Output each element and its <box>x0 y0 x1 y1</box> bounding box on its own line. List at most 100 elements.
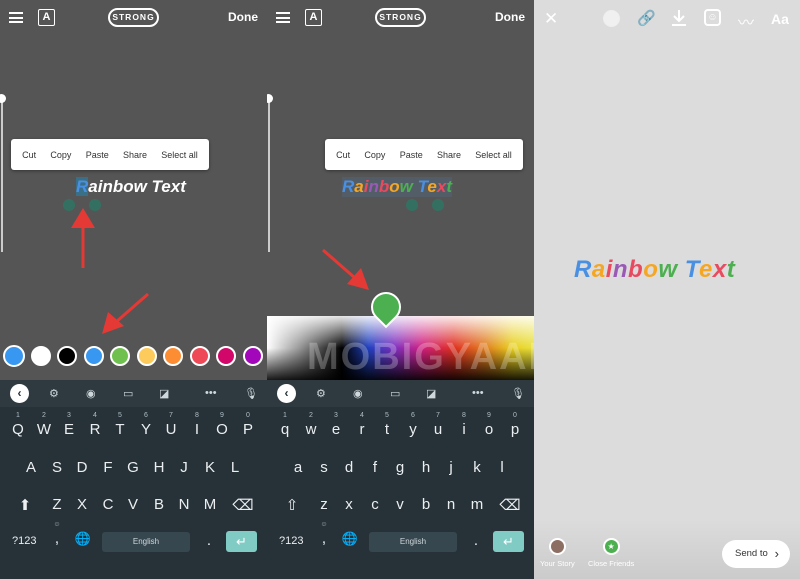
text-style-icon[interactable]: A <box>38 9 55 26</box>
mic-icon[interactable]: 🎙 <box>244 387 258 400</box>
settings-icon[interactable]: ⚙ <box>49 387 59 400</box>
key-o[interactable]: 9O <box>211 412 233 438</box>
comma-key[interactable]: ☺, <box>46 521 68 547</box>
key-e[interactable]: 3e <box>325 412 347 438</box>
globe-icon[interactable]: 🌐 <box>72 531 94 547</box>
story-text-input[interactable]: Rainbow Text <box>342 177 452 197</box>
font-style-button[interactable]: STRONG <box>108 8 159 27</box>
key-y[interactable]: 6y <box>402 412 424 438</box>
enter-key[interactable]: ↵ <box>493 531 524 552</box>
key-l[interactable]: L <box>224 459 246 476</box>
story-text-input[interactable]: Rainbow Text <box>76 177 186 197</box>
key-o[interactable]: 9o <box>478 412 500 438</box>
share-option[interactable]: Share <box>437 150 461 160</box>
space-bar[interactable]: English <box>369 532 457 552</box>
key-m[interactable]: m <box>466 496 488 513</box>
text-size-knob[interactable] <box>267 94 273 103</box>
screen-icon[interactable]: ▭ <box>390 387 400 400</box>
key-a[interactable]: a <box>287 459 309 476</box>
key-c[interactable]: C <box>97 496 119 513</box>
draw-icon[interactable]: 〰 <box>738 9 754 33</box>
key-r[interactable]: 4R <box>84 412 106 438</box>
shift-icon[interactable]: ⇧ <box>281 496 303 514</box>
link-icon[interactable]: 🔗 <box>637 9 656 27</box>
done-button[interactable]: Done <box>228 10 258 24</box>
select-all-option[interactable]: Select all <box>475 150 512 160</box>
download-icon[interactable] <box>671 9 687 27</box>
key-z[interactable]: z <box>313 496 335 513</box>
key-k[interactable]: K <box>199 459 221 476</box>
backspace-icon[interactable]: ⌫ <box>499 496 521 514</box>
your-story-button[interactable]: Your Story <box>540 538 575 568</box>
cut-option[interactable]: Cut <box>336 150 350 160</box>
text-size-slider[interactable] <box>1 100 3 252</box>
selection-handle-left[interactable] <box>406 199 418 211</box>
color-icon[interactable] <box>603 10 620 27</box>
key-v[interactable]: v <box>389 496 411 513</box>
select-all-option[interactable]: Select all <box>161 150 198 160</box>
key-z[interactable]: Z <box>46 496 68 513</box>
back-icon[interactable]: ‹ <box>277 384 296 403</box>
backspace-icon[interactable]: ⌫ <box>232 496 254 514</box>
key-k[interactable]: k <box>466 459 488 476</box>
screen-icon[interactable]: ▭ <box>123 387 133 400</box>
key-b[interactable]: b <box>415 496 437 513</box>
key-d[interactable]: D <box>71 459 93 476</box>
send-to-button[interactable]: Send to › <box>722 540 790 568</box>
swatch-orange[interactable] <box>163 346 183 366</box>
done-button[interactable]: Done <box>495 10 525 24</box>
palette-icon[interactable]: ◉ <box>353 387 363 400</box>
key-x[interactable]: X <box>71 496 93 513</box>
period-key[interactable]: . <box>198 532 220 549</box>
key-y[interactable]: 6Y <box>135 412 157 438</box>
copy-option[interactable]: Copy <box>364 150 385 160</box>
swatch-blue[interactable] <box>84 346 104 366</box>
key-x[interactable]: x <box>338 496 360 513</box>
sticker-icon[interactable]: ☺ <box>704 9 721 26</box>
key-v[interactable]: V <box>122 496 144 513</box>
key-e[interactable]: 3E <box>58 412 80 438</box>
space-bar[interactable]: English <box>102 532 190 552</box>
symbols-key[interactable]: ?123 <box>279 535 303 547</box>
key-s[interactable]: s <box>313 459 335 476</box>
more-icon[interactable]: ••• <box>205 387 217 399</box>
key-p[interactable]: 0p <box>504 412 526 438</box>
text-size-knob[interactable] <box>0 94 6 103</box>
key-r[interactable]: 4r <box>351 412 373 438</box>
key-i[interactable]: 8i <box>453 412 475 438</box>
resize-icon[interactable]: ◪ <box>426 387 436 400</box>
comma-key[interactable]: ☺, <box>313 521 335 547</box>
close-friends-button[interactable]: ★ Close Friends <box>588 538 634 568</box>
key-q[interactable]: 1q <box>274 412 296 438</box>
settings-icon[interactable]: ⚙ <box>316 387 326 400</box>
cut-option[interactable]: Cut <box>22 150 36 160</box>
key-f[interactable]: f <box>364 459 386 476</box>
key-n[interactable]: N <box>173 496 195 513</box>
key-s[interactable]: S <box>46 459 68 476</box>
key-t[interactable]: 5T <box>109 412 131 438</box>
paste-option[interactable]: Paste <box>400 150 423 160</box>
resize-icon[interactable]: ◪ <box>159 387 169 400</box>
swatch-purple[interactable] <box>243 346 263 366</box>
palette-icon[interactable]: ◉ <box>86 387 96 400</box>
key-f[interactable]: F <box>97 459 119 476</box>
key-g[interactable]: g <box>389 459 411 476</box>
mic-icon[interactable]: 🎙 <box>511 387 525 400</box>
key-w[interactable]: 2w <box>300 412 322 438</box>
period-key[interactable]: . <box>465 532 487 549</box>
swatch-yellow[interactable] <box>137 346 157 366</box>
story-text[interactable]: Rainbow Text <box>574 256 735 284</box>
key-p[interactable]: 0P <box>237 412 259 438</box>
close-icon[interactable]: ✕ <box>544 9 558 29</box>
copy-option[interactable]: Copy <box>50 150 71 160</box>
key-i[interactable]: 8I <box>186 412 208 438</box>
key-j[interactable]: j <box>440 459 462 476</box>
key-g[interactable]: G <box>122 459 144 476</box>
swatch-black[interactable] <box>57 346 77 366</box>
back-icon[interactable]: ‹ <box>10 384 29 403</box>
shift-icon[interactable]: ⬆ <box>14 496 36 514</box>
align-menu-icon[interactable] <box>9 12 23 23</box>
key-q[interactable]: 1Q <box>7 412 29 438</box>
swatch-green[interactable] <box>110 346 130 366</box>
align-menu-icon[interactable] <box>276 12 290 23</box>
